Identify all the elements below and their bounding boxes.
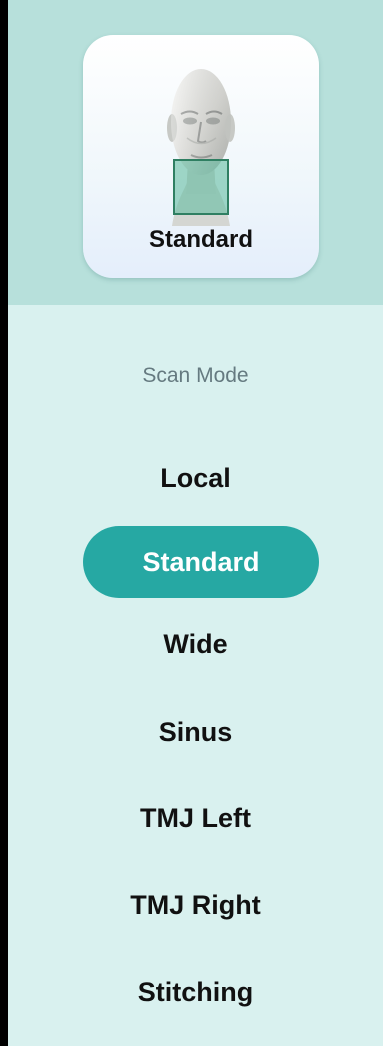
scan-mode-tmj-left-option[interactable]: TMJ Left [8, 796, 383, 840]
scan-mode-heading: Scan Mode [142, 364, 249, 387]
scan-preview-card[interactable]: Standard [83, 35, 319, 278]
scan-mode-wide-option[interactable]: Wide [8, 622, 383, 666]
scan-mode-tmj-right-option[interactable]: TMJ Right [8, 883, 383, 927]
scan-preview-label: Standard [148, 226, 253, 253]
scan-mode-stitching-option[interactable]: Stitching [8, 970, 383, 1014]
scan-mode-local-option[interactable]: Local [8, 456, 383, 500]
scan-mode-sinus-option[interactable]: Sinus [8, 710, 383, 754]
scan-mode-standard-option-selected[interactable]: Standard [83, 526, 319, 598]
scan-preview-area: Standard [8, 0, 383, 305]
face-scan-preview-icon [167, 69, 235, 226]
scan-mode-panel: Standard Scan Mode Local Standard Wide S… [8, 0, 383, 1046]
